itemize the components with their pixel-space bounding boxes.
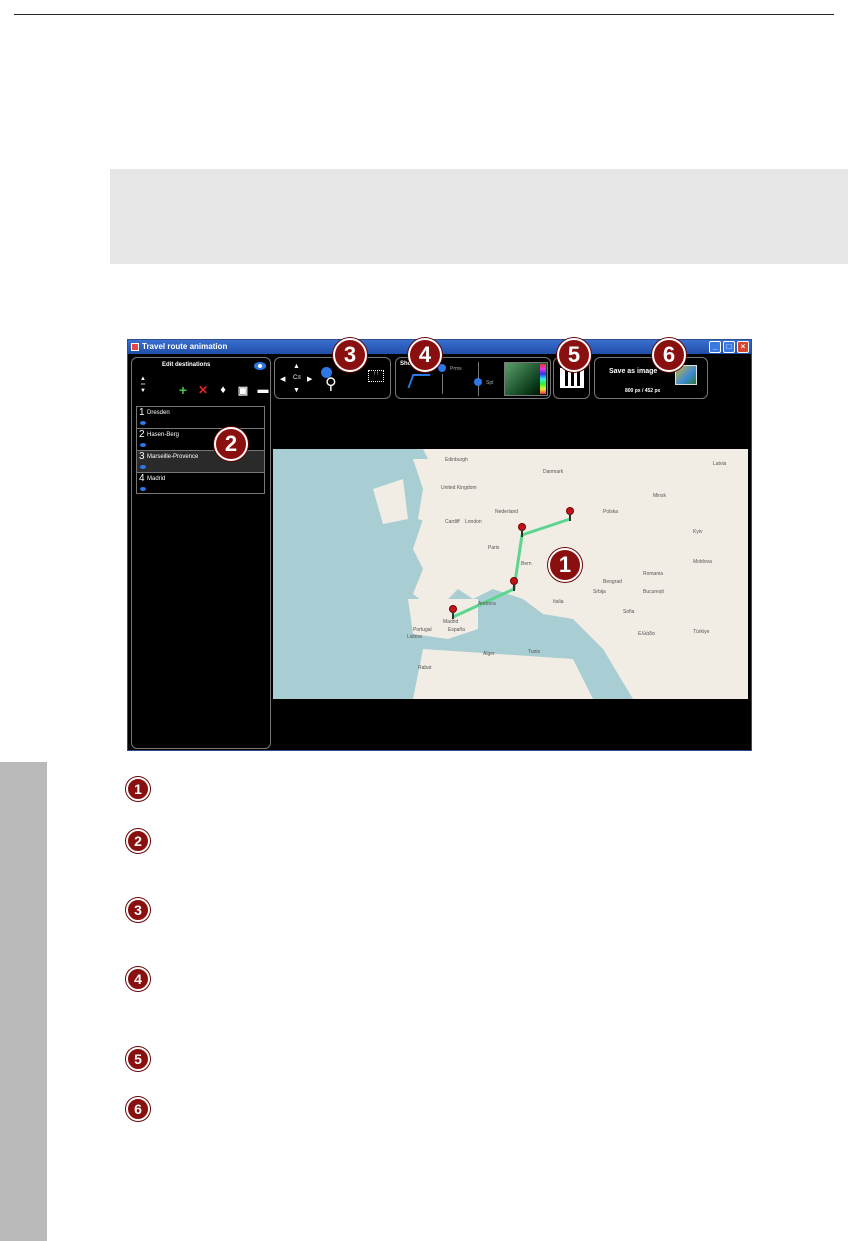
map-label: Italia (553, 599, 564, 605)
map-label: Kyiv (693, 529, 703, 535)
travel-route-window: Travel route animation _ □ × Edit destin… (127, 339, 752, 751)
eye-icon[interactable] (140, 487, 146, 491)
legend-bullet: 2 (126, 829, 150, 853)
legend-bullet: 6 (126, 1097, 150, 1121)
chapter-tab (0, 762, 47, 1241)
point-label-bottom: Spt (486, 380, 494, 386)
hue-slider[interactable] (540, 364, 546, 394)
open-folder-icon[interactable]: ▬ (257, 384, 269, 396)
map-label: Nederland (495, 509, 519, 515)
map-label: Beograd (603, 579, 622, 585)
save-route-icon[interactable]: ▣ (237, 384, 249, 397)
pan-right-icon[interactable]: ▶ (307, 375, 312, 383)
eye-icon[interactable] (140, 465, 146, 469)
callout-badge: 4 (408, 338, 442, 372)
delete-destination-icon[interactable]: ✕ (197, 383, 209, 397)
point-style-icon[interactable] (438, 364, 446, 372)
map-label: Minsk (653, 493, 667, 499)
map-label: Andorra (478, 601, 496, 607)
map-label: Srbija (593, 589, 606, 595)
map-label: Lisboa (407, 634, 422, 640)
callout-badge: 1 (548, 548, 582, 582)
window-title: Travel route animation (142, 342, 228, 351)
note-box (110, 169, 848, 264)
map-label: Türkiye (693, 629, 710, 635)
map-label: Sofia (623, 609, 635, 615)
pan-down-icon[interactable]: ▼ (293, 387, 300, 394)
destination-pin-icon[interactable] (509, 577, 519, 591)
map-label: United Kingdom (441, 485, 477, 491)
add-destination-icon[interactable]: + (177, 382, 189, 398)
image-dimensions: 800 px / 452 px (625, 388, 661, 394)
destination-name: Hasen-Berg (147, 432, 180, 438)
map-land (373, 449, 748, 699)
app-icon (131, 343, 139, 351)
save-as-image-label: Save as image (609, 368, 658, 375)
destination-pin-icon[interactable] (517, 523, 527, 537)
slider-handle-icon[interactable] (474, 378, 482, 386)
point-label-top: Prms (450, 366, 462, 372)
map-label: Portugal (413, 627, 432, 633)
callout-badge: 3 (333, 338, 367, 372)
destination-name: Dresden (147, 410, 170, 416)
legend-bullet: 5 (126, 1047, 150, 1071)
destination-name: Marseille-Provence (147, 454, 199, 460)
sort-order-icon[interactable]: ▲ ═ ▼ (138, 376, 148, 394)
slider-track[interactable] (442, 374, 443, 394)
map-label: Paris (488, 545, 500, 551)
destination-item[interactable]: 1 Dresden (137, 407, 264, 429)
destinations-panel: Edit destinations ▲ ═ ▼ + ✕ ♦ ▣ ▬ 1 Dresde… (131, 357, 271, 749)
destination-item[interactable]: 4 Madrid (137, 473, 264, 495)
map-label: Cardiff (445, 519, 460, 525)
map-label: España (448, 627, 465, 633)
legend-bullet: 3 (126, 898, 150, 922)
map-label: Danmark (543, 469, 564, 475)
map-label: Tunis (528, 649, 541, 655)
route-line-icon[interactable] (407, 374, 431, 388)
callout-badge: 2 (214, 427, 248, 461)
map-label: Ελλάδα (638, 631, 655, 637)
eye-icon[interactable] (140, 443, 146, 447)
destination-pin-icon[interactable] (565, 507, 575, 521)
callout-badge: 5 (557, 338, 591, 372)
map-label: Latvia (713, 461, 727, 467)
legend-bullet: 4 (126, 967, 150, 991)
center-map-icon[interactable]: C≡ (293, 375, 301, 381)
navigation-toolbar: ▲ ◀ C≡ ▶ ▼ ⚲ ↑↑ (274, 357, 391, 399)
color-picker[interactable] (504, 362, 548, 396)
destination-number: 3 (139, 451, 145, 462)
pan-left-icon[interactable]: ◀ (280, 375, 285, 383)
maximize-button[interactable]: □ (723, 341, 735, 353)
map-label: Bern (521, 561, 532, 567)
map-label: Edinburgh (445, 457, 468, 463)
header-rule (14, 14, 834, 15)
destination-number: 1 (139, 407, 145, 418)
fit-route-icon[interactable]: ↑↑ (368, 370, 384, 382)
destination-number: 2 (139, 429, 145, 440)
map-label: Rabat (418, 665, 432, 671)
map-label: Romania (643, 571, 664, 577)
map-label: Polska (603, 509, 619, 515)
zoom-icon[interactable]: ⚲ (325, 374, 337, 394)
close-button[interactable]: × (737, 341, 749, 353)
map-view[interactable]: Edinburgh United Kingdom Cardiff London … (273, 449, 748, 699)
map-label: Alger (483, 651, 495, 657)
destination-pin-icon[interactable] (448, 605, 458, 619)
destination-number: 4 (139, 473, 145, 484)
map-label: Madrid (443, 619, 459, 625)
pin-icon[interactable]: ♦ (217, 384, 229, 396)
callout-badge: 6 (652, 338, 686, 372)
eye-icon[interactable] (140, 421, 146, 425)
visibility-eye-icon[interactable] (254, 362, 266, 370)
pan-up-icon[interactable]: ▲ (293, 363, 300, 370)
save-image-toolbar[interactable]: Save as image 800 px / 452 px (594, 357, 708, 399)
legend-bullet: 1 (126, 777, 150, 801)
destination-name: Madrid (147, 476, 166, 482)
minimize-button[interactable]: _ (709, 341, 721, 353)
destinations-title: Edit destinations (162, 362, 211, 368)
map-label: London (465, 519, 482, 525)
map-label: Moldova (693, 559, 712, 565)
map-label: București (643, 589, 664, 595)
destination-item-selected[interactable]: 3 Marseille-Provence (137, 451, 264, 473)
